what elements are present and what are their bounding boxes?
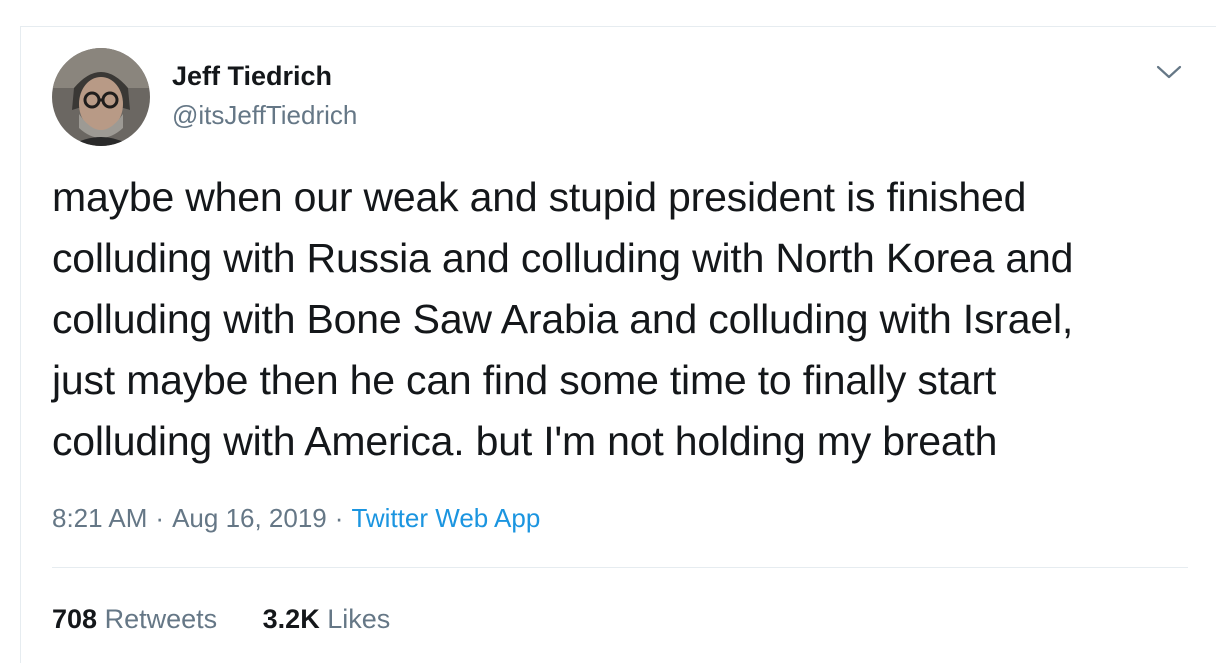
chevron-down-icon[interactable]: [1154, 60, 1184, 84]
tweet-date[interactable]: Aug 16, 2019: [172, 503, 327, 533]
tweet-text: maybe when our weak and stupid president…: [52, 167, 1192, 472]
likes-count: 3.2K: [262, 604, 320, 634]
author-display-name[interactable]: Jeff Tiedrich: [172, 60, 332, 92]
divider: [52, 567, 1188, 568]
retweets-stat[interactable]: 708 Retweets: [52, 601, 217, 637]
tweet-stats: 708 Retweets 3.2K Likes: [52, 601, 390, 637]
retweets-label: Retweets: [104, 604, 218, 634]
separator-dot: ·: [334, 503, 344, 533]
likes-stat[interactable]: 3.2K Likes: [263, 601, 391, 637]
tweet-text-line: just maybe then he can find some time to…: [52, 357, 997, 403]
likes-label: Likes: [327, 604, 391, 634]
avatar[interactable]: [52, 48, 150, 146]
tweet-text-line: colluding with Russia and colluding with…: [52, 235, 1074, 281]
tweet-text-line: colluding with Bone Saw Arabia and collu…: [52, 296, 1074, 342]
tweet-time[interactable]: 8:21 AM: [52, 503, 147, 533]
separator-dot: ·: [155, 503, 165, 533]
retweets-count: 708: [52, 604, 98, 634]
tweet-text-line: colluding with America. but I'm not hold…: [52, 418, 998, 464]
tweet-text-line: maybe when our weak and stupid president…: [52, 174, 1027, 220]
tweet-metadata: 8:21 AM · Aug 16, 2019 · Twitter Web App: [52, 500, 540, 536]
tweet-source-link[interactable]: Twitter Web App: [351, 503, 540, 533]
author-handle[interactable]: @itsJeffTiedrich: [172, 100, 357, 130]
